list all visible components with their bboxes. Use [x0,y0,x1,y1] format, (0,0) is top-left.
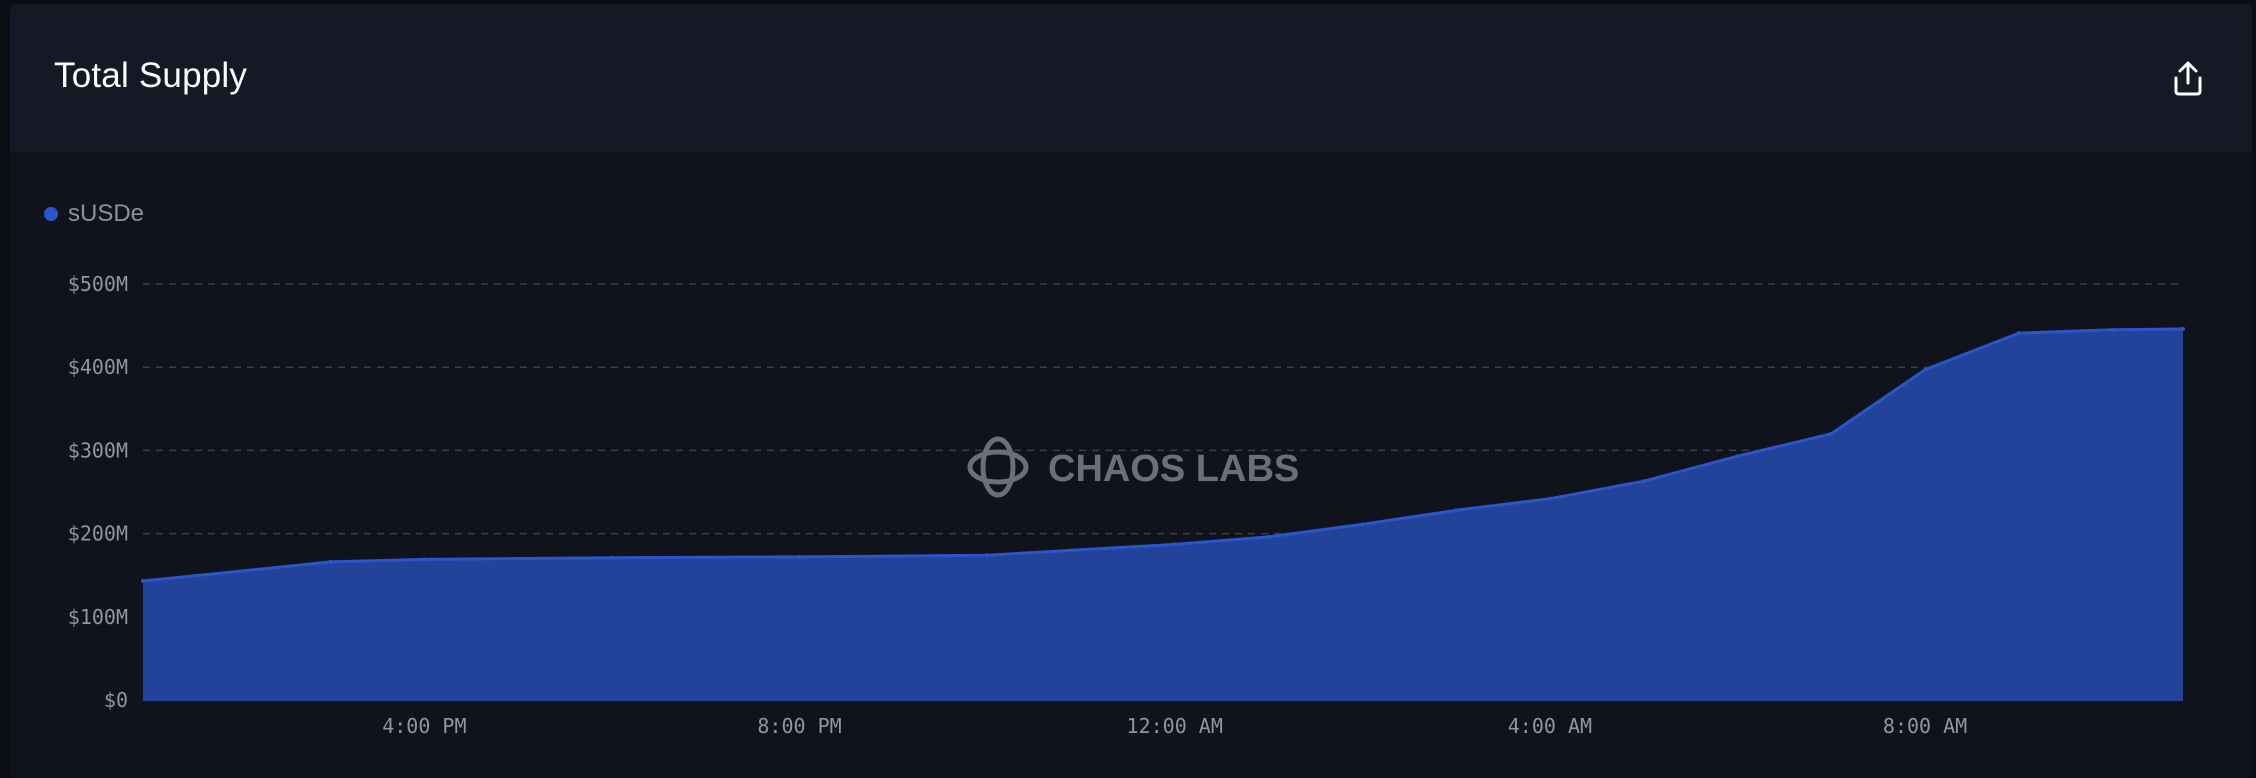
data-point [1266,534,1271,539]
data-point [1547,496,1552,501]
y-tick-label: $100M [68,605,128,629]
x-tick-label: 8:00 PM [757,714,841,738]
y-tick-label: $300M [68,438,128,462]
series-area-susde [143,328,2183,700]
data-point [422,557,427,562]
series-layer [141,326,2185,700]
data-point [1360,522,1365,527]
x-tick-label: 12:00 AM [1127,714,1223,738]
watermark-text: CHAOS LABS [1048,448,1299,490]
y-tick-label: $400M [68,355,128,379]
x-tick-label: 8:00 AM [1883,714,1967,738]
data-point [2110,327,2115,332]
y-tick-label: $500M [68,272,128,296]
data-point [609,555,614,560]
data-point [985,553,990,558]
data-point [1735,454,1740,459]
area-chart: CHAOS LABS $500M $400M $300M $200M $100M $0 4:… [68,272,2185,738]
y-tick-label: $200M [68,522,128,546]
data-point [1829,431,1834,436]
x-tick-label: 4:00 PM [382,714,466,738]
data-point [1172,542,1177,547]
data-point [1641,479,1646,484]
data-point [1454,508,1459,513]
y-tick-label: $0 [104,688,128,712]
chaos-labs-watermark: CHAOS LABS [967,436,1299,498]
data-point [2016,331,2021,336]
x-tick-label: 4:00 AM [1508,714,1592,738]
chaos-labs-logo-icon [967,436,1029,498]
data-point [141,579,145,584]
data-point [328,559,333,564]
data-point [1923,367,1928,372]
data-point [2181,326,2185,331]
data-point [797,554,802,559]
